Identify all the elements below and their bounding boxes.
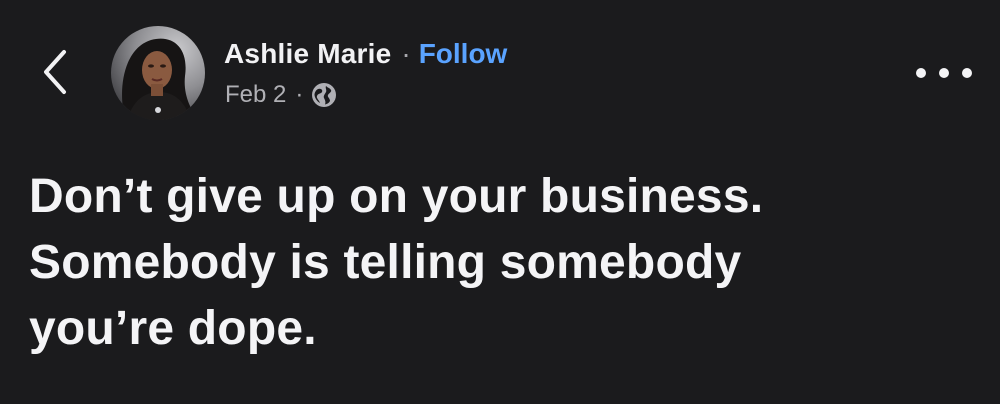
more-dot [916,68,926,78]
post-date[interactable]: Feb 2 [225,81,286,109]
back-button[interactable] [36,46,76,98]
more-dot [962,68,972,78]
follow-button[interactable]: Follow [419,38,508,70]
avatar-image [111,26,205,120]
name-separator: · [401,38,411,69]
chevron-left-icon [44,50,66,94]
author-name[interactable]: Ashlie Marie [224,38,391,70]
more-dot [939,68,949,78]
post-text-line: Somebody is telling somebody [29,236,742,289]
author-row: Ashlie Marie · Follow [224,36,507,72]
meta-separator: · [295,81,304,108]
globe-icon [312,83,337,107]
post-text-line: you’re dope. [29,302,317,355]
post-screen: Ashlie Marie · Follow Feb 2 · Don’t give… [0,0,1000,404]
more-options-button[interactable] [916,62,972,84]
post-meta: Feb 2 · [225,79,337,111]
post-text: Don’t give up on your business. Somebody… [29,164,979,362]
avatar[interactable] [111,26,205,120]
post-text-line: Don’t give up on your business. [29,170,764,223]
